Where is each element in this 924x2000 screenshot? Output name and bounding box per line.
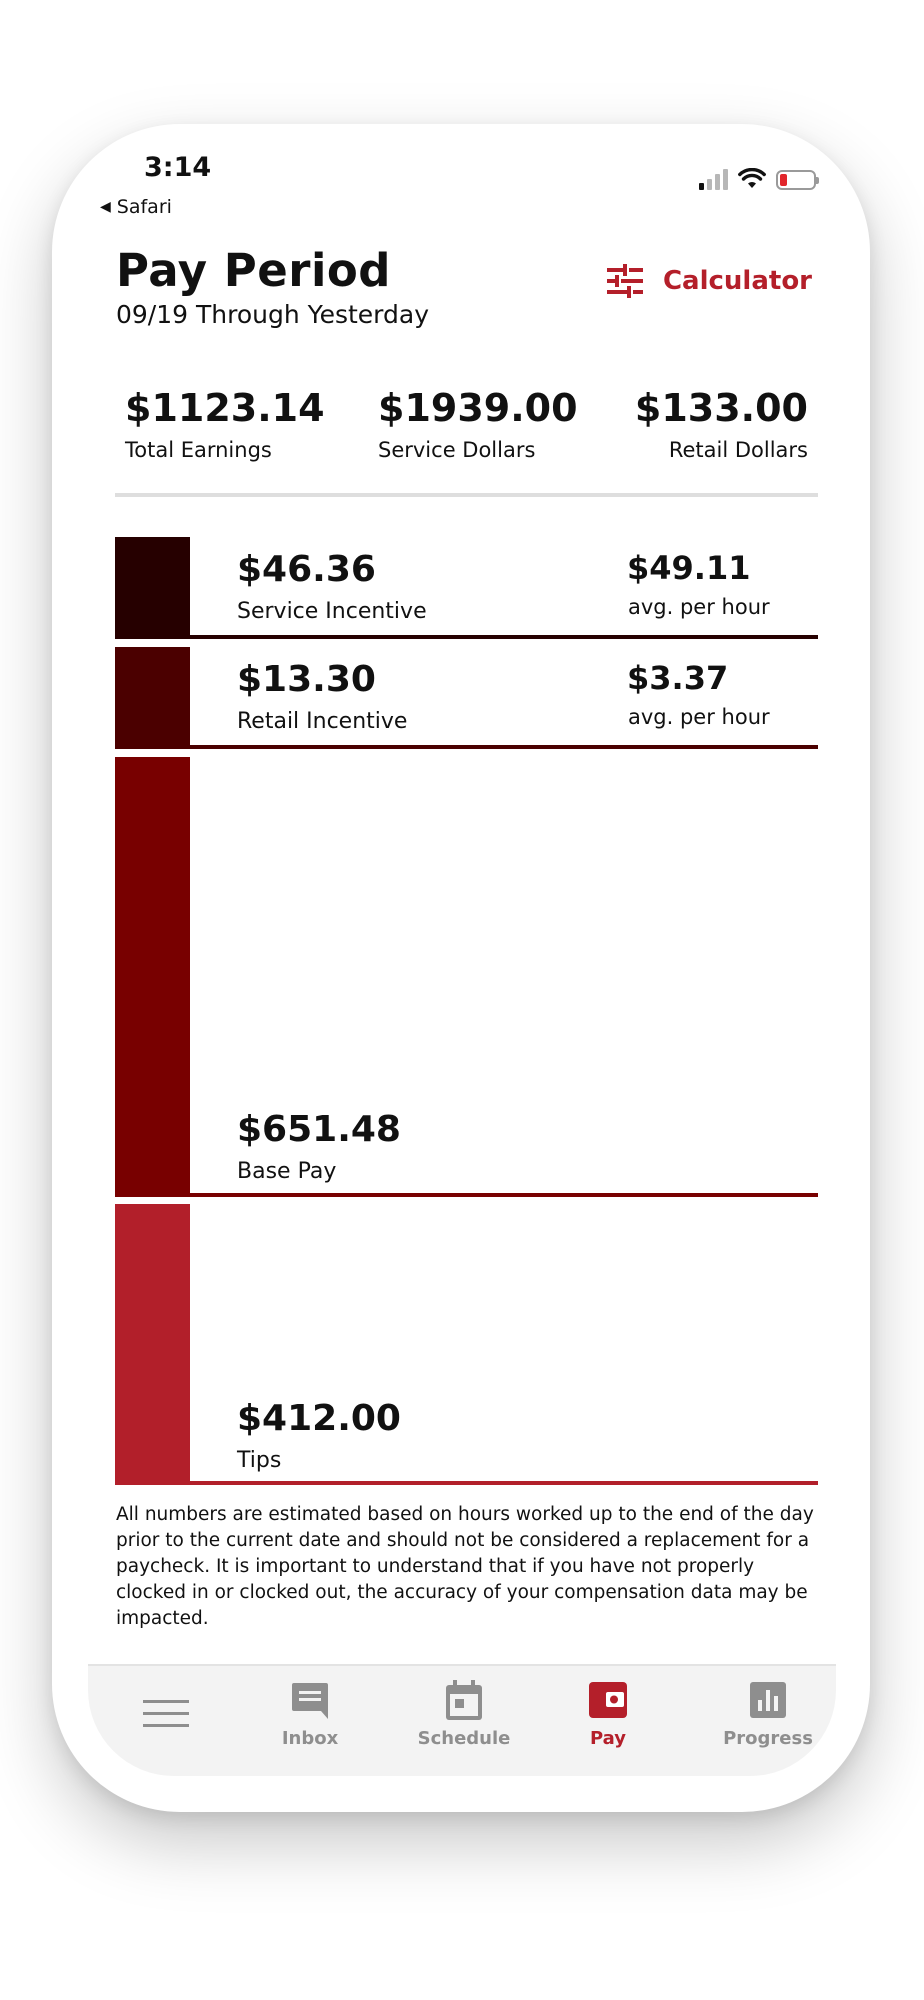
stat-label: Total Earnings bbox=[125, 438, 272, 462]
wallet-icon bbox=[589, 1682, 627, 1718]
breakdown-label: Tips bbox=[237, 1448, 282, 1473]
page-subtitle: 09/19 Through Yesterday bbox=[116, 300, 430, 329]
battery-icon bbox=[776, 170, 819, 190]
avg-per-hour-value: $49.11 bbox=[627, 549, 751, 587]
tab-inbox[interactable]: Inbox bbox=[260, 1680, 360, 1749]
breakdown-amount: $412.00 bbox=[237, 1398, 401, 1439]
breakdown-row-retail-incentive[interactable]: $13.30 Retail Incentive $3.37 avg. per h… bbox=[115, 647, 818, 749]
color-swatch bbox=[115, 537, 190, 639]
status-icons bbox=[699, 168, 819, 190]
tab-label: Schedule bbox=[417, 1728, 511, 1749]
tab-label: Pay bbox=[589, 1728, 627, 1749]
stat-value: $1939.00 bbox=[378, 386, 578, 430]
calculator-button[interactable]: Calculator bbox=[606, 264, 812, 298]
tab-label: Inbox bbox=[281, 1728, 339, 1749]
app-screen: 3:14 ◀ Safari Pay Period 09/19 Through Y… bbox=[88, 140, 836, 1776]
tab-progress[interactable]: Progress bbox=[713, 1680, 823, 1749]
breakdown-amount: $651.48 bbox=[237, 1109, 401, 1150]
menu-icon bbox=[143, 1700, 189, 1727]
tab-label: Progress bbox=[723, 1728, 813, 1749]
tab-schedule[interactable]: Schedule bbox=[404, 1680, 524, 1749]
stat-total-earnings: $1123.14 Total Earnings bbox=[125, 386, 325, 462]
inbox-icon bbox=[292, 1683, 328, 1719]
page-title: Pay Period bbox=[116, 244, 391, 297]
tab-pay[interactable]: Pay bbox=[568, 1680, 648, 1749]
calculator-label: Calculator bbox=[662, 266, 812, 296]
row-underline bbox=[190, 635, 818, 639]
row-underline bbox=[190, 745, 818, 749]
breakdown-row-service-incentive[interactable]: $46.36 Service Incentive $49.11 avg. per… bbox=[115, 537, 818, 639]
back-triangle-icon: ◀ bbox=[100, 199, 111, 215]
avg-per-hour-value: $3.37 bbox=[627, 659, 729, 697]
back-to-safari-link[interactable]: ◀ Safari bbox=[100, 196, 172, 218]
stat-value: $1123.14 bbox=[125, 386, 325, 430]
tab-menu[interactable] bbox=[126, 1694, 206, 1742]
disclaimer-text: All numbers are estimated based on hours… bbox=[116, 1504, 814, 1629]
stat-service-dollars: $1939.00 Service Dollars bbox=[378, 386, 578, 462]
tab-bar: Inbox Schedule Pay Progress bbox=[88, 1664, 836, 1776]
stat-label: Retail Dollars bbox=[668, 438, 808, 462]
stat-label: Service Dollars bbox=[378, 438, 536, 462]
breakdown-row-base-pay[interactable]: $651.48 Base Pay bbox=[115, 757, 818, 1197]
back-app-label: Safari bbox=[116, 196, 172, 218]
breakdown-label: Service Incentive bbox=[237, 599, 427, 624]
color-swatch bbox=[115, 647, 190, 749]
breakdown-amount: $13.30 bbox=[237, 659, 376, 700]
avg-per-hour-label: avg. per hour bbox=[628, 595, 770, 619]
cellular-signal-icon bbox=[699, 168, 728, 190]
row-underline bbox=[190, 1193, 818, 1197]
sliders-icon bbox=[606, 264, 643, 298]
divider bbox=[115, 493, 818, 497]
stat-value: $133.00 bbox=[634, 386, 808, 430]
calendar-icon bbox=[446, 1680, 482, 1720]
breakdown-amount: $46.36 bbox=[237, 549, 376, 590]
color-swatch bbox=[115, 757, 190, 1197]
avg-per-hour-label: avg. per hour bbox=[628, 705, 770, 729]
bar-chart-icon bbox=[750, 1682, 786, 1718]
stat-retail-dollars: $133.00 Retail Dollars bbox=[635, 386, 808, 462]
color-swatch bbox=[115, 1204, 190, 1485]
breakdown-label: Retail Incentive bbox=[237, 709, 408, 734]
breakdown-label: Base Pay bbox=[237, 1159, 337, 1184]
status-time: 3:14 bbox=[144, 152, 212, 183]
wifi-icon bbox=[738, 168, 766, 188]
breakdown-row-tips[interactable]: $412.00 Tips bbox=[115, 1204, 818, 1485]
row-underline bbox=[190, 1481, 818, 1485]
